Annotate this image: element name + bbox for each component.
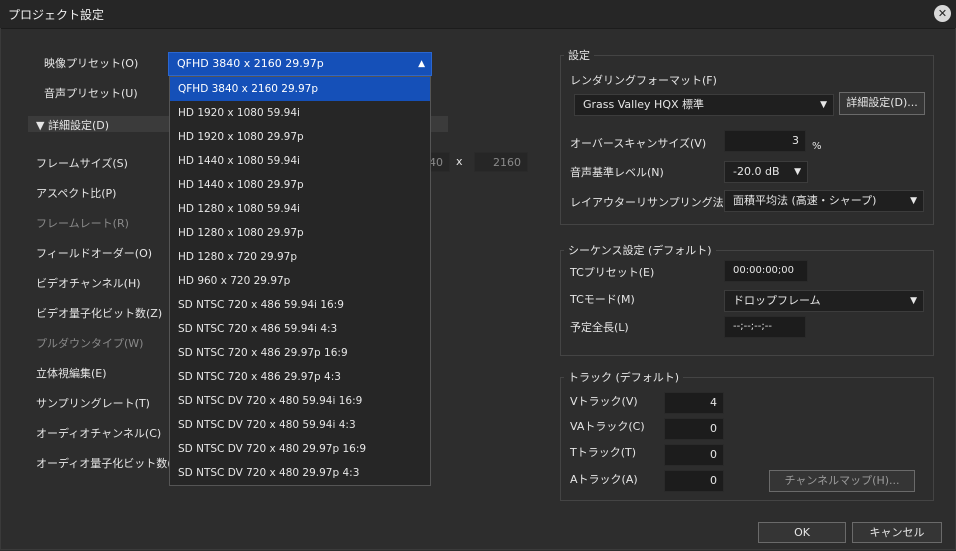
v-track-field[interactable]: 4 <box>664 392 724 414</box>
aspect-label: アスペクト比(P) <box>36 187 117 200</box>
duration-label: 予定全長(L) <box>570 321 629 334</box>
video-preset-option[interactable]: SD NTSC 720 x 486 29.97p 16:9 <box>170 341 430 365</box>
video-preset-option[interactable]: SD NTSC 720 x 486 59.94i 4:3 <box>170 317 430 341</box>
video-preset-label: 映像プリセット(O) <box>44 57 139 70</box>
video-preset-option[interactable]: HD 1280 x 1080 59.94i <box>170 197 430 221</box>
sequence-group-title: シーケンス設定 (デフォルト) <box>564 242 716 258</box>
framerate-label: フレームレート(R) <box>36 217 129 230</box>
video-preset-dropdown: QFHD 3840 x 2160 29.97p HD 1920 x 1080 59… <box>169 76 431 486</box>
overscan-unit: % <box>812 141 822 152</box>
render-detail-button[interactable]: 詳細設定(D)... <box>839 92 925 115</box>
audio-ref-label: 音声基準レベル(N) <box>570 166 664 179</box>
resample-value: 面積平均法 (高速・シャープ) <box>733 194 877 207</box>
video-preset-option[interactable]: SD NTSC DV 720 x 480 29.97p 4:3 <box>170 461 430 485</box>
tc-mode-select[interactable]: ドロップフレーム ▼ <box>724 290 924 312</box>
title-bar <box>0 0 956 29</box>
field-order-label: フィールドオーダー(O) <box>36 247 153 260</box>
frame-size-x: x <box>456 155 463 168</box>
video-preset-select[interactable]: QFHD 3840 x 2160 29.97p ▲ <box>168 52 432 76</box>
video-bit-label: ビデオ量子化ビット数(Z) <box>36 307 163 320</box>
audio-ref-select[interactable]: -20.0 dB ▼ <box>724 161 808 183</box>
tc-preset-label: TCプリセット(E) <box>570 266 655 279</box>
audio-bit-label: オーディオ量子化ビット数(Q) <box>36 457 185 470</box>
audio-channel-label: オーディオチャンネル(C) <box>36 427 162 440</box>
video-preset-option[interactable]: HD 960 x 720 29.97p <box>170 269 430 293</box>
audio-preset-label: 音声プリセット(U) <box>44 87 138 100</box>
video-preset-value: QFHD 3840 x 2160 29.97p <box>177 57 324 70</box>
video-preset-option[interactable]: SD NTSC DV 720 x 480 59.94i 16:9 <box>170 389 430 413</box>
chevron-down-icon: ▼ <box>794 167 801 177</box>
chevron-up-icon: ▲ <box>418 59 425 69</box>
overscan-field[interactable]: 3 <box>724 130 806 152</box>
overscan-label: オーバースキャンサイズ(V) <box>570 137 707 150</box>
t-track-field[interactable]: 0 <box>664 444 724 466</box>
video-preset-option[interactable]: HD 1920 x 1080 59.94i <box>170 101 430 125</box>
v-track-label: Vトラック(V) <box>570 395 638 408</box>
tracks-group-title: トラック (デフォルト) <box>564 369 684 385</box>
video-preset-option[interactable]: HD 1280 x 1080 29.97p <box>170 221 430 245</box>
chevron-down-icon: ▼ <box>820 100 827 110</box>
video-channel-label: ビデオチャンネル(H) <box>36 277 141 290</box>
cancel-button[interactable]: キャンセル <box>852 522 942 543</box>
video-preset-option[interactable]: HD 1280 x 720 29.97p <box>170 245 430 269</box>
tc-mode-value: ドロップフレーム <box>733 294 821 307</box>
pulldown-label: プルダウンタイプ(W) <box>36 337 144 350</box>
channel-map-button[interactable]: チャンネルマップ(H)... <box>769 470 915 492</box>
video-preset-option[interactable]: SD NTSC DV 720 x 480 29.97p 16:9 <box>170 437 430 461</box>
video-preset-option[interactable]: HD 1440 x 1080 29.97p <box>170 173 430 197</box>
video-preset-option[interactable]: QFHD 3840 x 2160 29.97p <box>170 77 430 101</box>
video-preset-option[interactable]: HD 1440 x 1080 59.94i <box>170 149 430 173</box>
video-preset-option[interactable]: HD 1920 x 1080 29.97p <box>170 125 430 149</box>
close-icon[interactable]: ✕ <box>934 5 951 22</box>
frame-size-label: フレームサイズ(S) <box>36 157 128 170</box>
resample-label: レイアウターリサンプリング法(R) <box>570 196 740 209</box>
tc-preset-field[interactable]: 00:00:00;00 <box>724 260 808 282</box>
va-track-field[interactable]: 0 <box>664 418 724 440</box>
stereo-label: 立体視編集(E) <box>36 367 107 380</box>
tc-mode-label: TCモード(M) <box>570 293 635 306</box>
window-title: プロジェクト設定 <box>8 8 105 22</box>
render-format-value: Grass Valley HQX 標準 <box>583 98 705 111</box>
t-track-label: Tトラック(T) <box>570 446 637 459</box>
video-preset-option[interactable]: SD NTSC 720 x 486 59.94i 16:9 <box>170 293 430 317</box>
a-track-field[interactable]: 0 <box>664 470 724 492</box>
ok-button[interactable]: OK <box>758 522 846 543</box>
settings-group-title: 設定 <box>564 47 594 63</box>
video-preset-option[interactable]: SD NTSC 720 x 486 29.97p 4:3 <box>170 365 430 389</box>
duration-field[interactable]: --;--;--;-- <box>724 316 806 338</box>
resample-select[interactable]: 面積平均法 (高速・シャープ) ▼ <box>724 190 924 212</box>
chevron-down-icon: ▼ <box>910 196 917 206</box>
va-track-label: VAトラック(C) <box>570 420 645 433</box>
render-format-select[interactable]: Grass Valley HQX 標準 ▼ <box>574 94 834 116</box>
sampling-label: サンプリングレート(T) <box>36 397 150 410</box>
render-format-label: レンダリングフォーマット(F) <box>570 74 717 87</box>
frame-height-field[interactable]: 2160 <box>474 152 528 172</box>
chevron-down-icon: ▼ <box>910 296 917 306</box>
video-preset-option[interactable]: SD NTSC DV 720 x 480 59.94i 4:3 <box>170 413 430 437</box>
a-track-label: Aトラック(A) <box>570 473 638 486</box>
audio-ref-value: -20.0 dB <box>733 165 780 178</box>
detail-settings-toggle[interactable]: ▼ 詳細設定(D) <box>36 117 109 133</box>
